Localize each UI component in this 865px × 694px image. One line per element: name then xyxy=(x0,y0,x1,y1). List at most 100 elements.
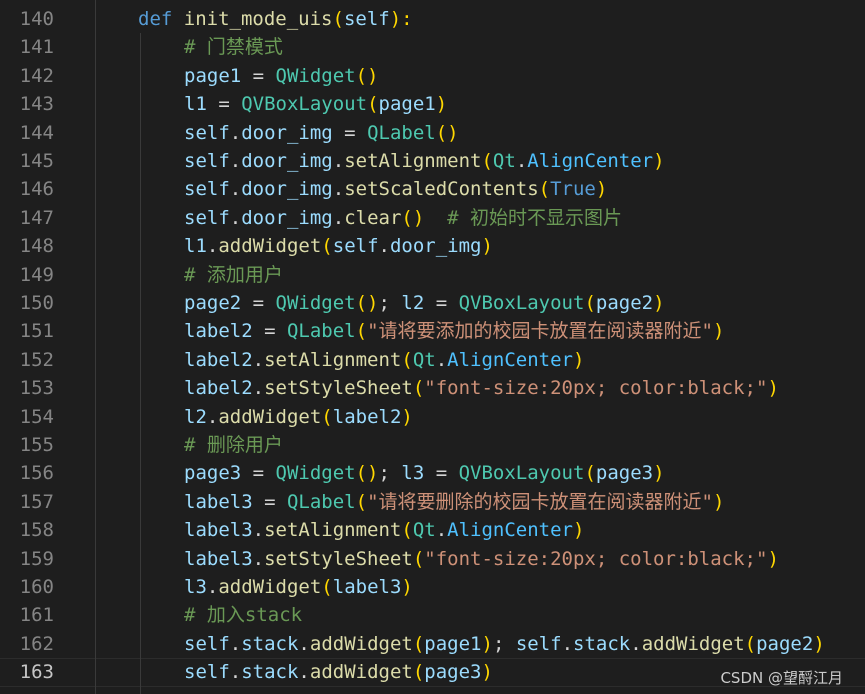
code-token: . xyxy=(229,206,242,229)
code-token: QWidget xyxy=(275,64,356,87)
code-token: QVBoxLayout xyxy=(458,462,585,485)
code-line[interactable]: 155 # 删除用户 xyxy=(0,431,865,459)
code-token: label2 xyxy=(184,377,253,400)
line-number: 149 xyxy=(19,263,54,286)
code-token: . xyxy=(229,150,242,172)
code-token: ( xyxy=(355,490,368,513)
code-token: addWidget xyxy=(309,632,413,655)
code-token: addWidget xyxy=(218,576,322,598)
code-token: . xyxy=(332,150,345,172)
code-line[interactable]: 151 label2 = QLabel("请将要添加的校园卡放置在阅读器附近") xyxy=(0,317,865,345)
code-token: . xyxy=(378,235,390,258)
code-line[interactable]: 141 # 门禁模式 xyxy=(0,33,865,61)
code-line[interactable]: 143 l1 = QVBoxLayout(page1) xyxy=(0,90,865,118)
code-token: AlignCenter xyxy=(447,348,574,371)
line-number: 159 xyxy=(19,547,54,570)
code-token: l2 xyxy=(401,292,425,314)
code-token: def xyxy=(138,8,184,30)
code-token: ( xyxy=(412,632,425,655)
line-number: 140 xyxy=(19,8,54,30)
code-token: QWidget xyxy=(275,292,356,314)
code-token: QLabel xyxy=(367,121,436,144)
code-token: label2 xyxy=(184,320,253,343)
line-number: 150 xyxy=(19,292,54,314)
code-token: () xyxy=(435,121,459,144)
code-token: "请将要删除的校园卡放置在阅读器附近" xyxy=(367,490,713,513)
code-token: stack xyxy=(241,632,299,655)
code-line[interactable]: 162 self.stack.addWidget(page1); self.sta… xyxy=(0,630,865,658)
line-number: 158 xyxy=(19,519,54,542)
code-line[interactable]: 144 self.door_img = QLabel() xyxy=(0,119,865,147)
code-token: ( xyxy=(401,348,413,371)
code-line[interactable]: 153 label2.setStyleSheet("font-size:20px;… xyxy=(0,374,865,402)
code-token: page1 xyxy=(378,93,436,116)
code-token: # 删除用户 xyxy=(184,434,283,456)
code-token: . xyxy=(206,235,219,258)
code-line[interactable]: 152 label2.setAlignment(Qt.AlignCenter) xyxy=(0,346,865,374)
code-token: self xyxy=(184,178,230,201)
code-line[interactable]: 149 # 添加用户 xyxy=(0,261,865,289)
code-line[interactable]: 159 label3.setStyleSheet("font-size:20px;… xyxy=(0,545,865,573)
line-number: 162 xyxy=(19,632,54,655)
indent-guide xyxy=(140,33,141,694)
code-text: label3.setAlignment(Qt.AlignCenter) xyxy=(184,516,584,544)
line-number: 142 xyxy=(19,64,54,87)
code-line[interactable]: 150 page2 = QWidget(); l2 = QVBoxLayout(p… xyxy=(0,289,865,317)
code-token: () xyxy=(355,292,379,314)
code-line[interactable]: 142 page1 = QWidget() xyxy=(0,62,865,90)
code-line[interactable]: 148 l1.addWidget(self.door_img) xyxy=(0,232,865,260)
line-number: 161 xyxy=(19,604,54,627)
code-line[interactable]: 140 def init_mode_uis(self): xyxy=(0,5,865,33)
code-token: ( xyxy=(367,93,379,116)
code-token: ( xyxy=(401,519,413,542)
code-text: label3 = QLabel("请将要删除的校园卡放置在阅读器附近") xyxy=(184,488,724,516)
code-token: ( xyxy=(481,150,493,172)
code-token: . xyxy=(515,150,528,172)
code-token: QLabel xyxy=(286,320,356,343)
code-token: door_img xyxy=(389,235,482,258)
code-line[interactable]: 157 label3 = QLabel("请将要删除的校园卡放置在阅读器附近") xyxy=(0,488,865,516)
code-line[interactable]: 158 label3.setAlignment(Qt.AlignCenter) xyxy=(0,516,865,544)
code-token: . xyxy=(252,547,265,570)
code-token: self xyxy=(184,632,230,655)
line-number: 147 xyxy=(19,206,54,229)
code-token: ) xyxy=(813,632,825,655)
code-token: () xyxy=(355,462,379,485)
code-line[interactable]: 161 # 加入stack xyxy=(0,601,865,629)
code-token: page1 xyxy=(424,632,482,655)
code-token: page3 xyxy=(424,661,482,684)
code-token: page1 xyxy=(184,64,242,87)
code-line[interactable]: 145 self.door_img.setAlignment(Qt.AlignCe… xyxy=(0,147,865,175)
code-token: l3 xyxy=(184,576,207,598)
code-token: ( xyxy=(412,547,425,570)
code-line[interactable]: 156 page3 = QWidget(); l3 = QVBoxLayout(p… xyxy=(0,459,865,487)
code-token: page3 xyxy=(595,462,654,485)
code-editor[interactable]: 140 def init_mode_uis(self): 141 # 门禁模式 142 p… xyxy=(0,0,865,694)
code-token: door_img xyxy=(241,121,333,144)
code-line[interactable]: 154 l2.addWidget(label2) xyxy=(0,403,865,431)
code-text: self.door_img.clear() # 初始时不显示图片 xyxy=(184,204,622,232)
code-token: = xyxy=(241,462,276,485)
code-line[interactable]: 160 l3.addWidget(label3) xyxy=(0,573,865,601)
code-token: QVBoxLayout xyxy=(241,93,368,116)
code-token: addWidget xyxy=(218,405,322,428)
code-token: . xyxy=(435,519,448,542)
code-token: = xyxy=(241,292,276,314)
line-number: 146 xyxy=(19,178,54,201)
code-token: . xyxy=(298,632,310,655)
code-token: . xyxy=(229,632,242,655)
code-token: QWidget xyxy=(275,462,356,485)
code-token: label3 xyxy=(184,547,253,570)
line-number: 152 xyxy=(19,348,54,371)
code-token: ) xyxy=(653,150,665,172)
code-token: = xyxy=(424,292,459,314)
code-line[interactable]: 147 self.door_img.clear() # 初始时不显示图片 xyxy=(0,204,865,232)
code-line[interactable]: 146 self.door_img.setScaledContents(True) xyxy=(0,175,865,203)
code-token: ; xyxy=(378,462,402,485)
code-token: page2 xyxy=(184,292,242,314)
code-text: page1 = QWidget() xyxy=(184,62,379,90)
code-token: Qt xyxy=(412,519,436,542)
code-token: l2 xyxy=(184,405,207,428)
code-text: self.door_img.setAlignment(Qt.AlignCente… xyxy=(184,147,665,175)
